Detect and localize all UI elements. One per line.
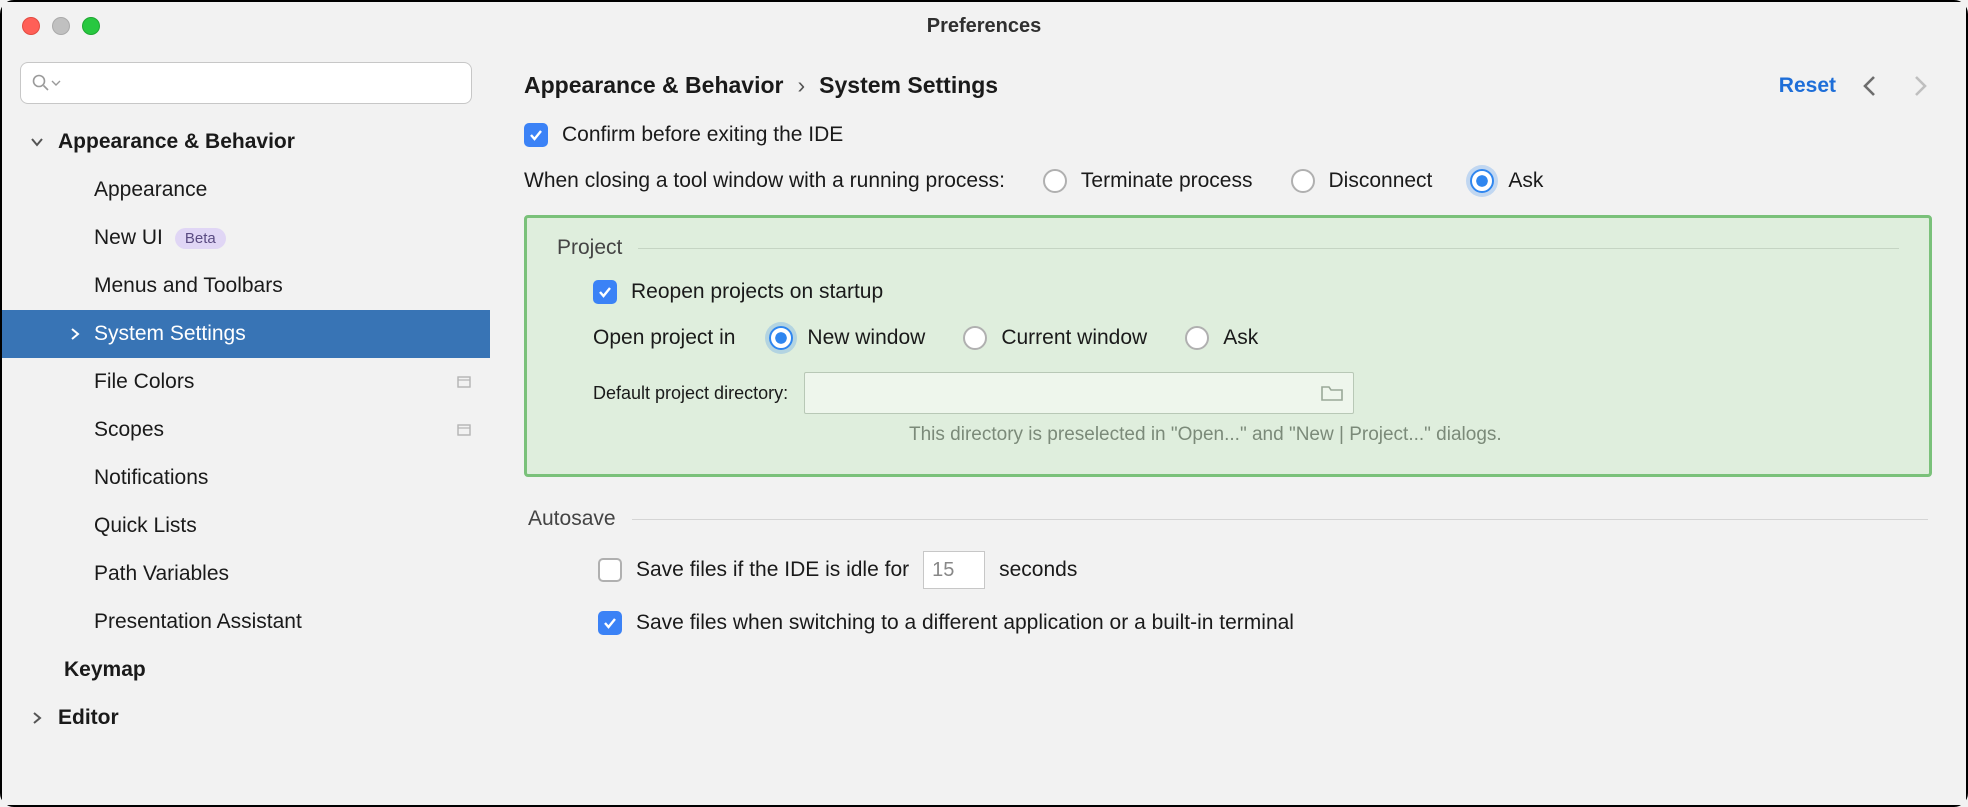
sidebar-item-label: Path Variables — [94, 562, 229, 586]
disconnect-label: Disconnect — [1329, 169, 1433, 193]
sidebar-item-file-colors[interactable]: File Colors — [2, 358, 490, 406]
sidebar-item-label: Menus and Toolbars — [94, 274, 283, 298]
check-icon — [597, 284, 613, 300]
breadcrumb-segment: System Settings — [819, 72, 998, 99]
ask-radio[interactable] — [1470, 169, 1494, 193]
sidebar-item-notifications[interactable]: Notifications — [2, 454, 490, 502]
project-section-title: Project — [557, 236, 622, 260]
zoom-window-button[interactable] — [82, 17, 100, 35]
dropdown-icon — [51, 78, 61, 88]
confirm-exit-checkbox[interactable] — [524, 123, 548, 147]
sidebar: Appearance & Behavior Appearance New UI … — [2, 50, 490, 805]
sidebar-item-label: Appearance — [94, 178, 207, 202]
sidebar-item-appearance-behavior[interactable]: Appearance & Behavior — [2, 118, 490, 166]
sidebar-item-label: Editor — [58, 706, 119, 730]
terminate-process-label: Terminate process — [1081, 169, 1253, 193]
current-window-radio[interactable] — [963, 326, 987, 350]
sidebar-item-label: New UI — [94, 226, 163, 250]
sidebar-item-label: Keymap — [64, 658, 146, 682]
default-dir-hint: This directory is preselected in "Open..… — [909, 424, 1899, 446]
reset-button[interactable]: Reset — [1779, 74, 1836, 98]
open-ask-label: Ask — [1223, 326, 1258, 350]
minimize-window-button[interactable] — [52, 17, 70, 35]
save-idle-checkbox[interactable] — [598, 558, 622, 582]
chevron-down-icon — [30, 135, 44, 149]
sidebar-item-scopes[interactable]: Scopes — [2, 406, 490, 454]
content-header: Appearance & Behavior › System Settings … — [524, 72, 1932, 99]
search-input[interactable] — [20, 62, 472, 104]
disconnect-radio[interactable] — [1291, 169, 1315, 193]
default-dir-input-wrap — [804, 372, 1354, 414]
ask-label: Ask — [1508, 169, 1543, 193]
chevron-right-icon — [30, 711, 44, 725]
breadcrumb-segment: Appearance & Behavior — [524, 72, 783, 99]
titlebar: Preferences — [2, 2, 1966, 50]
divider — [632, 519, 1928, 520]
search-icon — [31, 73, 51, 93]
sidebar-item-menus-toolbars[interactable]: Menus and Toolbars — [2, 262, 490, 310]
new-window-radio[interactable] — [769, 326, 793, 350]
settings-tree: Appearance & Behavior Appearance New UI … — [2, 118, 490, 742]
default-dir-label: Default project directory: — [593, 383, 788, 404]
sidebar-item-editor[interactable]: Editor — [2, 694, 490, 742]
save-on-switch-checkbox[interactable] — [598, 611, 622, 635]
sidebar-item-keymap[interactable]: Keymap — [2, 646, 490, 694]
closing-tool-label: When closing a tool window with a runnin… — [524, 169, 1005, 193]
sidebar-item-label: System Settings — [94, 322, 246, 346]
save-idle-prefix: Save files if the IDE is idle for — [636, 558, 909, 582]
confirm-exit-label: Confirm before exiting the IDE — [562, 123, 843, 147]
sidebar-item-appearance[interactable]: Appearance — [2, 166, 490, 214]
current-window-label: Current window — [1001, 326, 1147, 350]
search-field[interactable] — [67, 73, 461, 94]
reopen-projects-label: Reopen projects on startup — [631, 280, 883, 304]
sidebar-item-system-settings[interactable]: System Settings — [2, 310, 490, 358]
project-level-icon — [456, 422, 472, 438]
new-window-label: New window — [807, 326, 925, 350]
sidebar-item-label: Appearance & Behavior — [58, 130, 295, 154]
content-pane: Appearance & Behavior › System Settings … — [490, 50, 1966, 805]
autosave-section: Autosave Save files if the IDE is idle f… — [524, 507, 1932, 635]
sidebar-item-path-variables[interactable]: Path Variables — [2, 550, 490, 598]
save-on-switch-label: Save files when switching to a different… — [636, 611, 1294, 635]
sidebar-item-quick-lists[interactable]: Quick Lists — [2, 502, 490, 550]
autosave-section-title: Autosave — [528, 507, 616, 531]
close-window-button[interactable] — [22, 17, 40, 35]
divider — [638, 248, 1899, 249]
breadcrumb: Appearance & Behavior › System Settings — [524, 72, 998, 99]
sidebar-item-label: Scopes — [94, 418, 164, 442]
check-icon — [528, 127, 544, 143]
folder-icon[interactable] — [1321, 384, 1343, 402]
sidebar-item-label: File Colors — [94, 370, 194, 394]
sidebar-item-presentation-assistant[interactable]: Presentation Assistant — [2, 598, 490, 646]
project-level-icon — [456, 374, 472, 390]
sidebar-item-label: Presentation Assistant — [94, 610, 302, 634]
sidebar-item-label: Notifications — [94, 466, 208, 490]
traffic-lights — [2, 17, 100, 35]
chevron-right-icon — [68, 327, 82, 341]
back-button[interactable] — [1858, 73, 1884, 99]
check-icon — [602, 615, 618, 631]
reopen-projects-checkbox[interactable] — [593, 280, 617, 304]
open-ask-radio[interactable] — [1185, 326, 1209, 350]
window-title: Preferences — [927, 15, 1042, 38]
terminate-process-radio[interactable] — [1043, 169, 1067, 193]
breadcrumb-separator: › — [797, 72, 805, 99]
sidebar-item-label: Quick Lists — [94, 514, 197, 538]
default-dir-input[interactable] — [815, 383, 1321, 404]
beta-badge: Beta — [175, 228, 226, 249]
open-project-in-label: Open project in — [593, 326, 735, 350]
sidebar-item-new-ui[interactable]: New UI Beta — [2, 214, 490, 262]
save-idle-suffix: seconds — [999, 558, 1077, 582]
idle-seconds-input[interactable] — [923, 551, 985, 589]
project-section: Project Reopen projects on startup Open … — [524, 215, 1932, 477]
forward-button[interactable] — [1906, 73, 1932, 99]
